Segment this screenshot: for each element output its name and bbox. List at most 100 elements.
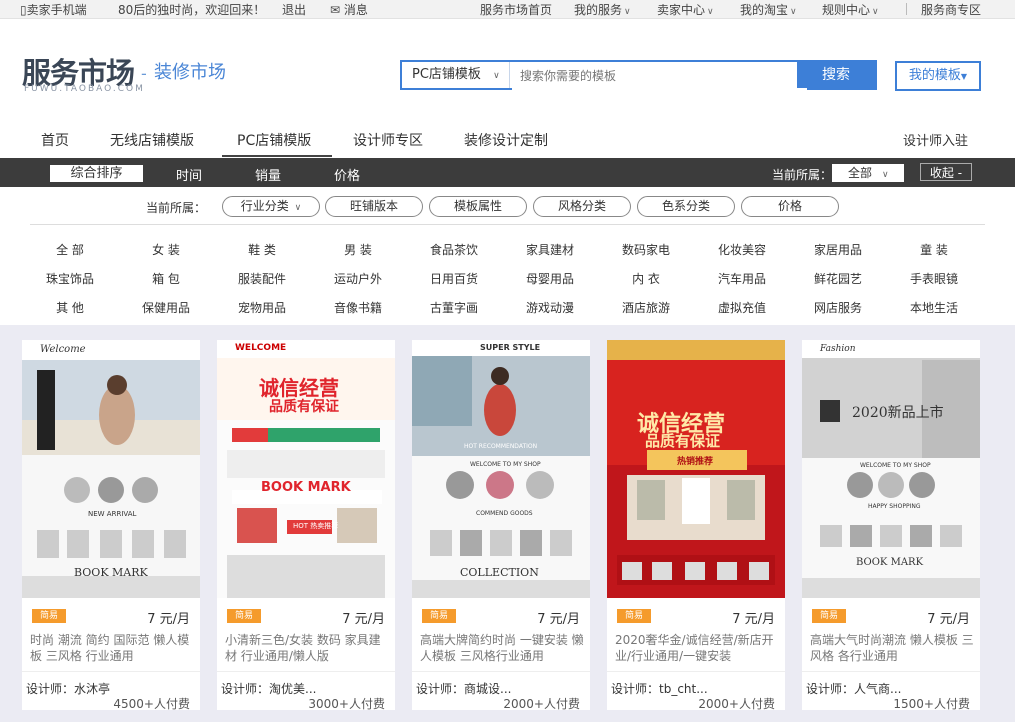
template-thumbnail[interactable]: SUPER STYLE HOT RECOMMENDATION WELCOME T… bbox=[412, 340, 590, 598]
mobile-seller-link[interactable]: ▯卖家手机端 bbox=[20, 1, 87, 18]
nav-custom-design[interactable]: 装修设计定制 bbox=[464, 130, 548, 150]
category-item[interactable]: 内 衣 bbox=[598, 270, 694, 287]
category-item[interactable]: 日用百货 bbox=[406, 270, 502, 287]
filter-style[interactable]: 风格分类 bbox=[533, 196, 631, 217]
search-button[interactable]: 搜索 bbox=[797, 62, 875, 88]
category-item[interactable]: 食品茶饮 bbox=[406, 241, 502, 258]
nav-designer-join[interactable]: 设计师入驻 bbox=[903, 130, 968, 149]
template-thumbnail[interactable]: 诚信经营 品质有保证 热销推荐 bbox=[607, 340, 785, 598]
category-item[interactable]: 男 装 bbox=[310, 241, 406, 258]
service-market-home-link[interactable]: 服务市场首页 bbox=[480, 1, 552, 18]
category-item[interactable]: 服装配件 bbox=[214, 270, 310, 287]
template-card[interactable]: WELCOME 诚信经营 品质有保证 BOOK MARK HOT 热卖推荐 简易… bbox=[217, 340, 395, 711]
category-item[interactable]: 家具建材 bbox=[502, 241, 598, 258]
search-box: PC店铺模板 ∨ 搜索 bbox=[400, 60, 877, 90]
filter-industry[interactable]: 行业分类 ∨ bbox=[222, 196, 320, 217]
category-item[interactable]: 家居用品 bbox=[790, 241, 886, 258]
search-input[interactable] bbox=[512, 62, 807, 90]
category-item[interactable]: 童 装 bbox=[886, 241, 982, 258]
provider-zone-link[interactable]: 服务商专区 bbox=[921, 1, 981, 18]
template-card[interactable]: Fashion 2020新品上市 WELCOME TO MY SHOP HAPP… bbox=[802, 340, 980, 711]
sort-default[interactable]: 综合排序 bbox=[50, 165, 143, 182]
category-item[interactable]: 全 部 bbox=[22, 241, 118, 258]
category-item[interactable]: 鞋 类 bbox=[214, 241, 310, 258]
template-description[interactable]: 小清新三色/女装 数码 家具建材 行业通用/懒人版 bbox=[225, 632, 390, 664]
template-price: 7 元/月 bbox=[927, 612, 970, 627]
category-item[interactable]: 音像书籍 bbox=[310, 299, 406, 316]
nav-pc-templates[interactable]: PC店铺模版 bbox=[237, 130, 311, 150]
template-tag: 简易 bbox=[617, 609, 651, 623]
category-item[interactable]: 珠宝饰品 bbox=[22, 270, 118, 287]
sort-price[interactable]: 价格 bbox=[334, 165, 360, 184]
my-taobao-menu[interactable]: 我的淘宝 ∨ bbox=[740, 1, 797, 18]
thumbnail-text: HOT 热卖推荐 bbox=[293, 522, 339, 530]
category-item[interactable]: 虚拟充值 bbox=[694, 299, 790, 316]
category-item[interactable]: 化妆美容 bbox=[694, 241, 790, 258]
template-card[interactable]: SUPER STYLE HOT RECOMMENDATION WELCOME T… bbox=[412, 340, 590, 711]
filter-template-attr[interactable]: 模板属性 bbox=[429, 196, 527, 217]
divider bbox=[906, 3, 907, 15]
nav-home[interactable]: 首页 bbox=[41, 130, 69, 150]
category-item[interactable]: 箱 包 bbox=[118, 270, 214, 287]
rules-center-menu[interactable]: 规则中心 ∨ bbox=[822, 1, 879, 18]
sort-time[interactable]: 时间 bbox=[176, 165, 202, 184]
my-templates-button[interactable]: 我的模板▼ bbox=[895, 61, 981, 91]
template-designer[interactable]: 设计师：淘优美... bbox=[221, 680, 316, 697]
template-designer[interactable]: 设计师：水沐亭 bbox=[26, 680, 110, 697]
section-title: 装修市场 bbox=[154, 62, 226, 83]
thumbnail-text: WELCOME bbox=[235, 343, 287, 353]
template-card[interactable]: 诚信经营 品质有保证 热销推荐 简易 7 元/月 2020奢华金/诚信经营/新店… bbox=[607, 340, 785, 711]
category-item[interactable]: 宠物用品 bbox=[214, 299, 310, 316]
current-category-select[interactable]: 全部 ∨ bbox=[832, 164, 904, 182]
template-tag: 简易 bbox=[812, 609, 846, 623]
nav-designer-zone[interactable]: 设计师专区 bbox=[353, 130, 423, 150]
filter-price[interactable]: 价格 bbox=[741, 196, 839, 217]
chevron-down-icon: ∨ bbox=[882, 170, 889, 180]
category-item[interactable]: 鲜花园艺 bbox=[790, 270, 886, 287]
template-designer[interactable]: 设计师：tb_cht... bbox=[611, 680, 708, 697]
category-item[interactable]: 汽车用品 bbox=[694, 270, 790, 287]
category-item[interactable]: 数码家电 bbox=[598, 241, 694, 258]
category-item[interactable]: 手表眼镜 bbox=[886, 270, 982, 287]
template-thumbnail[interactable]: WELCOME 诚信经营 品质有保证 BOOK MARK HOT 热卖推荐 bbox=[217, 340, 395, 598]
category-item[interactable]: 其 他 bbox=[22, 299, 118, 316]
template-thumbnail[interactable]: Fashion 2020新品上市 WELCOME TO MY SHOP HAPP… bbox=[802, 340, 980, 598]
messages-link[interactable]: ✉ 消息 bbox=[330, 1, 368, 18]
phone-icon: ▯ bbox=[20, 3, 27, 17]
template-designer[interactable]: 设计师：商城设... bbox=[416, 680, 511, 697]
template-description[interactable]: 时尚 潮流 简约 国际范 懒人模板 三风格 行业通用 bbox=[30, 632, 195, 664]
category-item[interactable]: 运动户外 bbox=[310, 270, 406, 287]
category-item[interactable]: 母婴用品 bbox=[502, 270, 598, 287]
thumbnail-text: 2020新品上市 bbox=[852, 405, 944, 421]
chevron-down-icon: ∨ bbox=[624, 7, 631, 17]
filter-shop-version[interactable]: 旺铺版本 bbox=[325, 196, 423, 217]
sort-sales[interactable]: 销量 bbox=[255, 165, 281, 184]
category-item[interactable]: 本地生活 bbox=[886, 299, 982, 316]
chevron-down-icon: ∨ bbox=[872, 7, 879, 17]
category-item[interactable]: 酒店旅游 bbox=[598, 299, 694, 316]
filter-color[interactable]: 色系分类 bbox=[637, 196, 735, 217]
template-card[interactable]: Welcome BOOK MARK NEW ARRIVAL 简易 7 元/月 时… bbox=[22, 340, 200, 711]
seller-center-menu[interactable]: 卖家中心 ∨ bbox=[657, 1, 714, 18]
template-description[interactable]: 2020奢华金/诚信经营/新店开业/行业通用/一键安装 bbox=[615, 632, 780, 664]
collapse-button[interactable]: 收起 - bbox=[920, 163, 972, 181]
template-thumbnail-image bbox=[607, 340, 785, 598]
template-description[interactable]: 高端大气时尚潮流 懒人模板 三风格 各行业通用 bbox=[810, 632, 975, 664]
template-thumbnail[interactable]: Welcome BOOK MARK NEW ARRIVAL bbox=[22, 340, 200, 598]
thumbnail-text: BOOK MARK bbox=[856, 557, 924, 568]
search-type-select[interactable]: PC店铺模板 ∨ bbox=[402, 62, 510, 88]
category-item[interactable]: 保健用品 bbox=[118, 299, 214, 316]
template-designer[interactable]: 设计师：人气商... bbox=[806, 680, 901, 697]
divider bbox=[412, 671, 590, 672]
category-item[interactable]: 游戏动漫 bbox=[502, 299, 598, 316]
nav-mobile-templates[interactable]: 无线店铺模版 bbox=[110, 130, 194, 150]
active-tab-indicator bbox=[222, 155, 332, 157]
template-description[interactable]: 高端大牌简约时尚 一键安装 懒人模板 三风格行业通用 bbox=[420, 632, 585, 664]
category-item[interactable]: 古董字画 bbox=[406, 299, 502, 316]
logout-link[interactable]: 退出 bbox=[282, 1, 306, 18]
category-item[interactable]: 网店服务 bbox=[790, 299, 886, 316]
template-payers: 2000+人付费 bbox=[503, 697, 580, 711]
thumbnail-text: HAPPY SHOPPING bbox=[868, 503, 921, 510]
my-services-menu[interactable]: 我的服务 ∨ bbox=[574, 1, 631, 18]
category-item[interactable]: 女 装 bbox=[118, 241, 214, 258]
